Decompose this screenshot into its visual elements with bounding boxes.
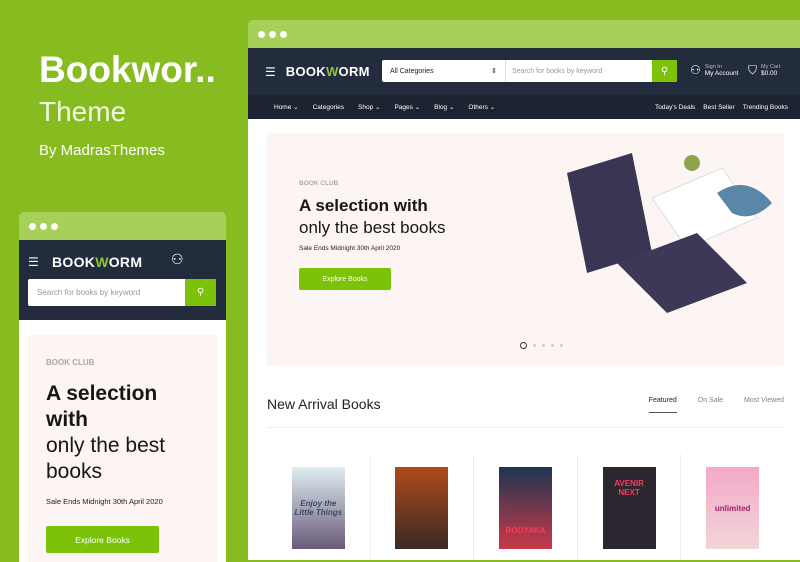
- menu-icon[interactable]: ☰: [28, 255, 39, 269]
- nav-shop[interactable]: Shop ⌄: [358, 103, 380, 111]
- tab-featured[interactable]: Featured: [648, 397, 677, 413]
- search-icon: ⚲: [660, 65, 669, 77]
- book-item[interactable]: [371, 454, 475, 560]
- search-icon: ⚲: [196, 287, 205, 298]
- window-bar: [19, 212, 226, 240]
- hero-title-rest: only the best books: [46, 434, 166, 483]
- hero-title: A selection with: [299, 196, 428, 215]
- window-dot: [258, 30, 265, 38]
- window-dot: [269, 30, 276, 38]
- slider-dots: [520, 342, 563, 349]
- logo[interactable]: BOOKWORM: [52, 254, 142, 270]
- account-link[interactable]: ⚇ Sign In My Account: [690, 63, 738, 77]
- slide-dot[interactable]: [533, 344, 536, 347]
- hero-kicker: BOOK CLUB: [46, 358, 95, 367]
- window-dot: [51, 222, 58, 230]
- book-cover[interactable]: Enjoy the Little Things: [291, 467, 345, 549]
- tab-on-sale[interactable]: On Sale: [698, 397, 723, 413]
- book-cover[interactable]: BOOYAKA: [498, 467, 552, 549]
- cart-icon: ⛉: [748, 63, 758, 77]
- menu-icon[interactable]: ☰: [265, 65, 276, 79]
- book-item[interactable]: AVENIR NEXT: [578, 454, 682, 560]
- promo-title: Bookwor..: [39, 49, 216, 90]
- nav-trending[interactable]: Trending Books: [743, 104, 788, 111]
- slide-dot[interactable]: [560, 344, 563, 347]
- nav-pages[interactable]: Pages ⌄: [394, 103, 420, 111]
- divider: [267, 427, 784, 428]
- window-dot: [29, 222, 36, 230]
- mobile-search-bar: Search for books by keyword ⚲: [28, 279, 216, 306]
- nav-categories[interactable]: Categories: [313, 104, 344, 111]
- tab-most-viewed[interactable]: Most Viewed: [744, 397, 784, 413]
- slide-dot[interactable]: [520, 342, 527, 349]
- hero-title: A selection with: [46, 382, 158, 431]
- nav-others[interactable]: Others ⌄: [468, 103, 495, 111]
- hero-kicker: BOOK CLUB: [299, 180, 339, 187]
- hero-sale-text: Sale Ends Midnight 30th April 2020: [299, 245, 401, 252]
- cart-link[interactable]: ⛉ My Cart $0.00: [748, 63, 780, 78]
- window-dot: [40, 222, 47, 230]
- window-bar: [248, 20, 800, 48]
- nav-best-seller[interactable]: Best Seller: [703, 104, 734, 111]
- search-button[interactable]: ⚲: [652, 60, 677, 82]
- window-dot: [280, 30, 287, 38]
- user-icon: ⚇: [690, 63, 701, 77]
- book-item[interactable]: unlimited: [681, 454, 784, 560]
- nav-home[interactable]: Home ⌄: [274, 103, 299, 111]
- search-bar: All Categories ⇕ Search for books by keyw…: [382, 60, 677, 82]
- search-input[interactable]: Search for books by keyword: [506, 60, 652, 82]
- promo-text: Bookwor.. Theme By MadrasThemes: [39, 49, 216, 160]
- promo-subtitle: Theme: [39, 96, 127, 127]
- logo[interactable]: BOOKWORM: [286, 64, 370, 79]
- hero-books-image: [567, 153, 772, 313]
- main-nav: Home ⌄ Categories Shop ⌄ Pages ⌄ Blog ⌄ …: [248, 95, 800, 119]
- mobile-hero: BOOK CLUB A selection with only the best…: [28, 335, 217, 562]
- search-button[interactable]: ⚲: [185, 279, 216, 306]
- category-select[interactable]: All Categories ⇕: [382, 60, 506, 82]
- book-item[interactable]: Enjoy the Little Things: [267, 454, 371, 560]
- book-cover[interactable]: AVENIR NEXT: [602, 467, 656, 549]
- promo-byline: By MadrasThemes: [39, 142, 165, 159]
- mobile-preview: ☰ BOOKWORM ⚇ Search for books by keyword…: [19, 212, 226, 562]
- new-arrivals-header: New Arrival Books Featured On Sale Most Vi…: [267, 396, 784, 413]
- nav-blog[interactable]: Blog ⌄: [434, 103, 454, 111]
- select-arrows-icon: ⇕: [491, 68, 497, 75]
- slide-dot[interactable]: [542, 344, 545, 347]
- explore-books-button[interactable]: Explore Books: [299, 268, 391, 290]
- book-list: Enjoy the Little Things BOOYAKA AVENIR N…: [267, 454, 784, 560]
- mobile-header: ☰ BOOKWORM ⚇ Search for books by keyword…: [19, 240, 226, 320]
- hero-sale-text: Sale Ends Midnight 30th April 2020: [46, 497, 163, 506]
- desktop-preview: ☰ BOOKWORM All Categories ⇕ Search for bo…: [248, 20, 800, 560]
- explore-books-button[interactable]: Explore Books: [46, 526, 159, 553]
- book-item[interactable]: BOOYAKA: [474, 454, 578, 560]
- hero-title-rest: only the best books: [299, 218, 446, 237]
- site-header: ☰ BOOKWORM All Categories ⇕ Search for bo…: [248, 48, 800, 95]
- book-cover[interactable]: unlimited: [706, 467, 760, 549]
- user-icon[interactable]: ⚇: [171, 251, 184, 268]
- nav-todays-deals[interactable]: Today's Deals: [655, 104, 695, 111]
- hero-banner: BOOK CLUB A selection with only the best…: [267, 133, 784, 366]
- book-cover[interactable]: [395, 467, 449, 549]
- slide-dot[interactable]: [551, 344, 554, 347]
- search-input[interactable]: Search for books by keyword: [28, 279, 185, 306]
